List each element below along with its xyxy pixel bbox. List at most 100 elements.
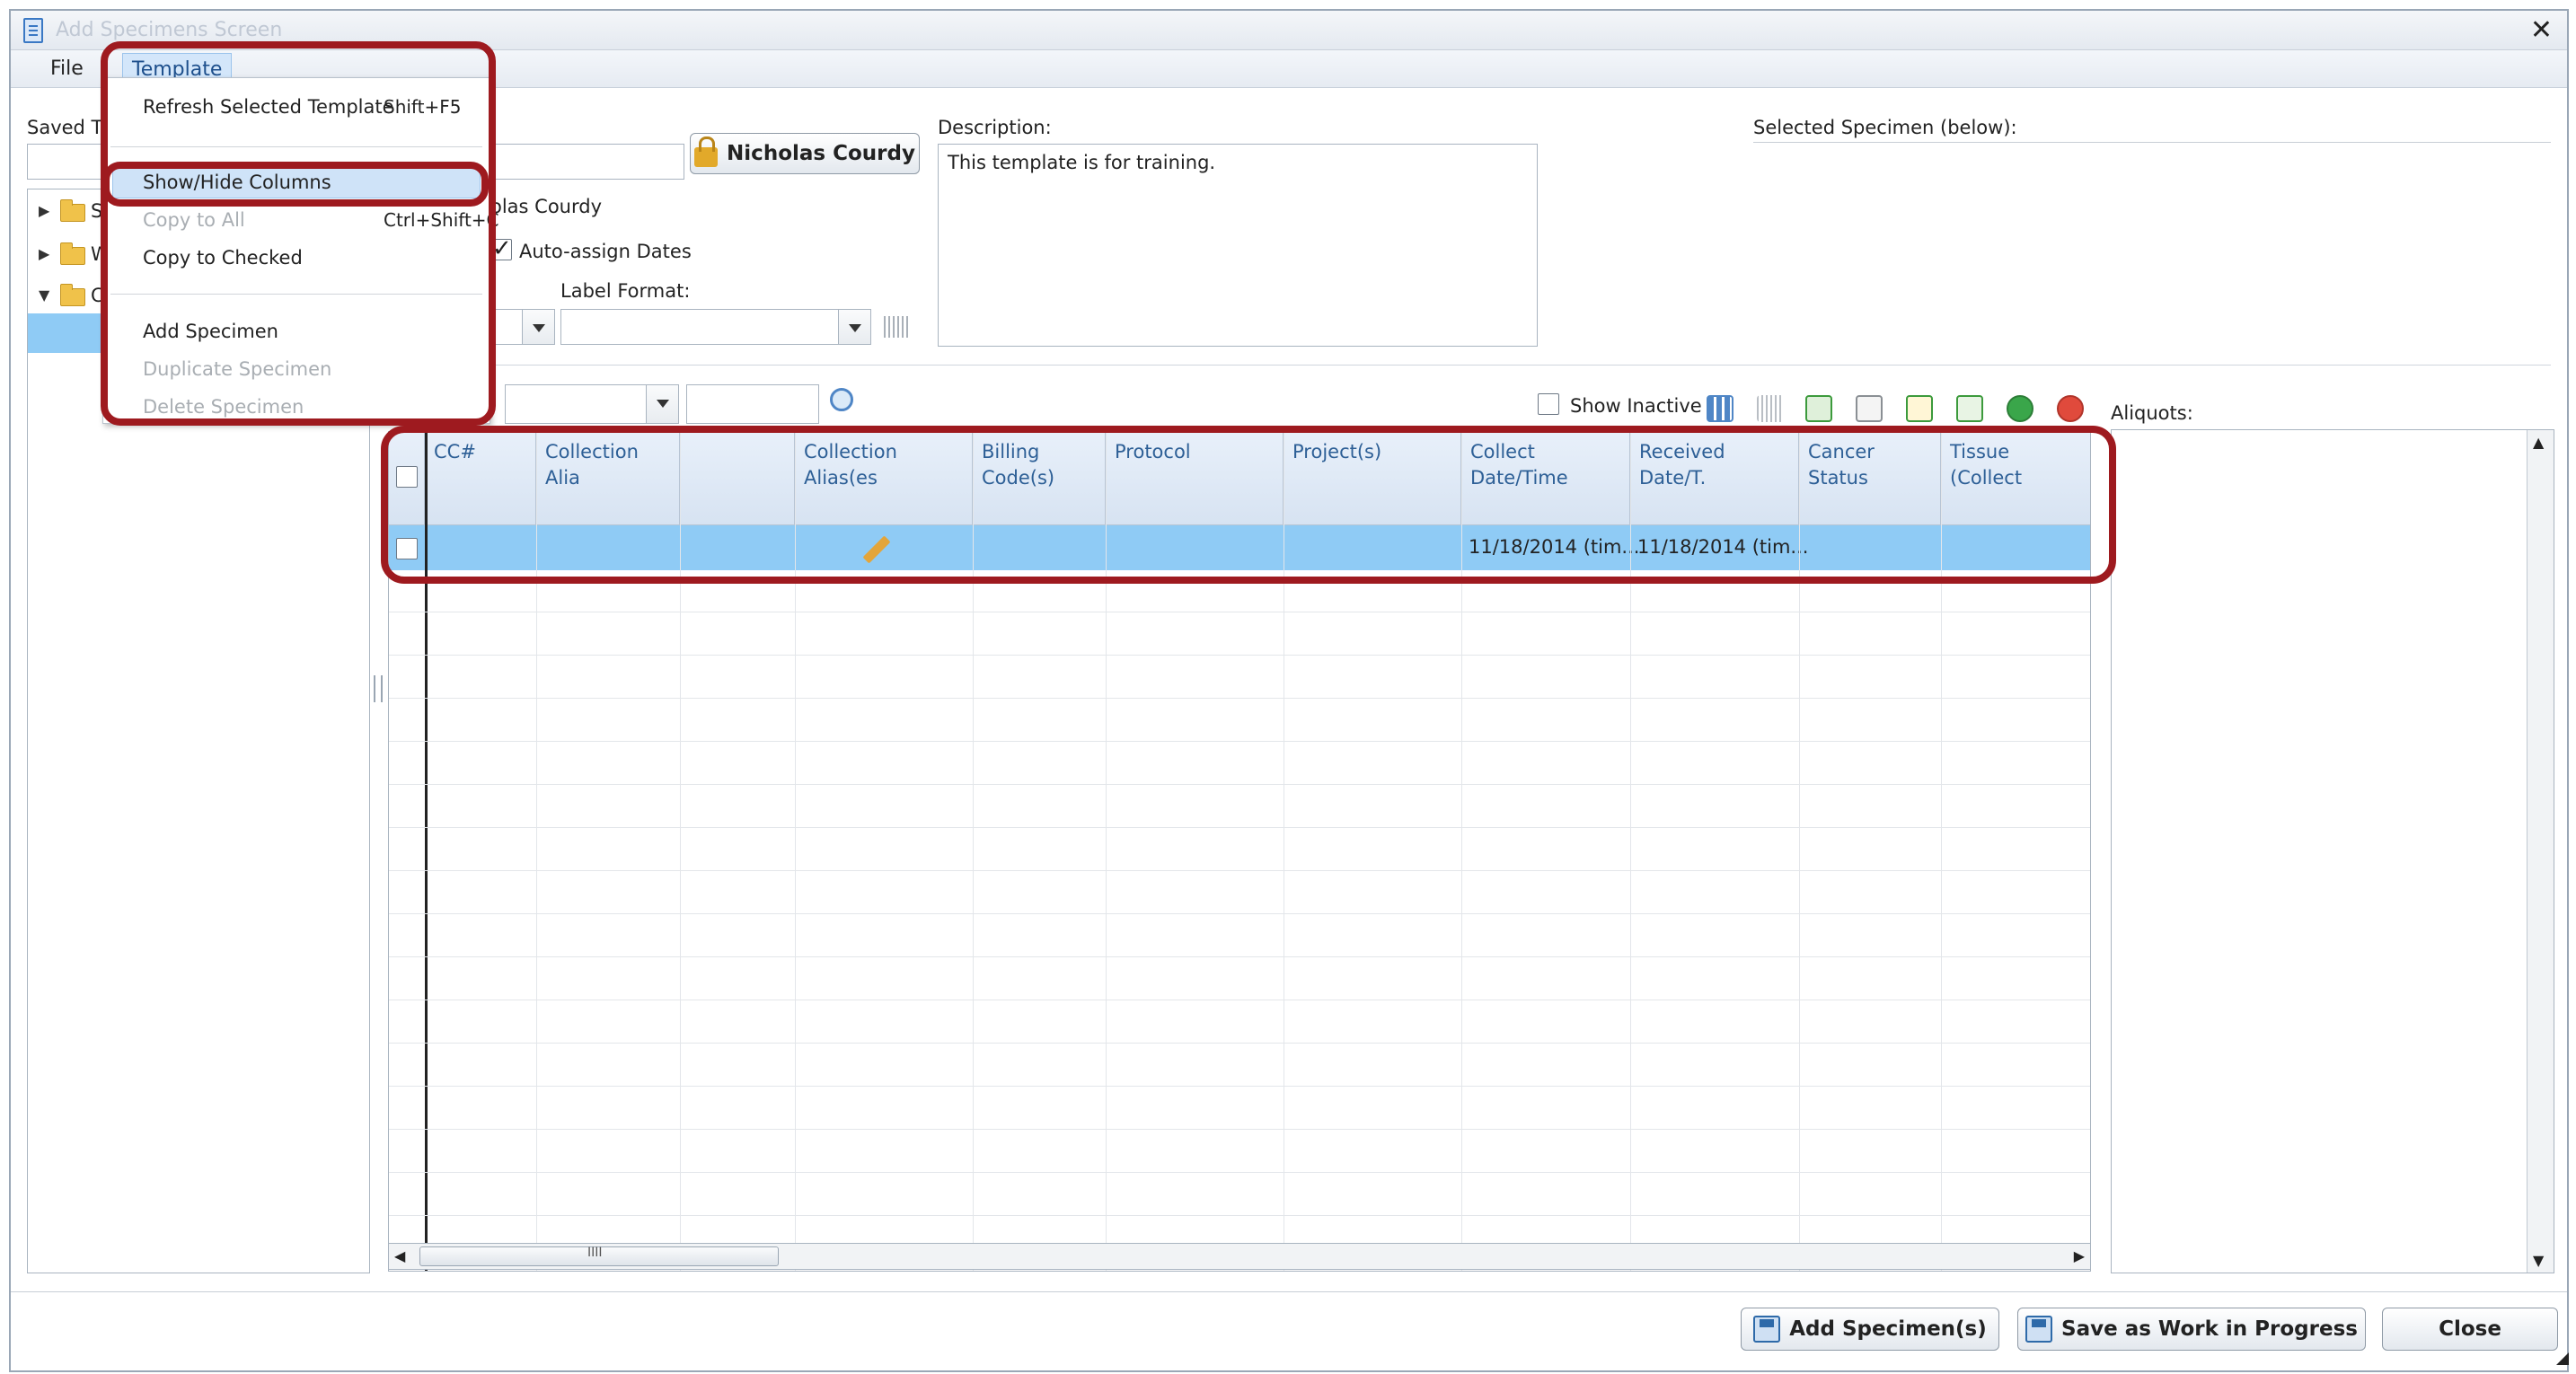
column-header[interactable]: Collection Alias(es [795,432,973,525]
show-inactive-label: Show Inactive [1570,395,1702,417]
title-bar: Add Specimens Screen ✕ [11,11,2567,50]
barcode-icon[interactable] [884,316,909,338]
printer-combo[interactable] [485,309,555,345]
show-inactive-checkbox[interactable] [1538,393,1559,415]
grid-line [389,784,2090,785]
save-icon [1753,1316,1781,1343]
section-divider [386,365,2551,366]
grid-line [389,655,2090,656]
owner-button[interactable]: Nicholas Courdy [690,133,920,174]
save-wip-label: Save as Work in Progress [2061,1317,2358,1341]
close-window-icon[interactable]: ✕ [2530,14,2553,46]
close-button[interactable]: Close [2382,1308,2558,1351]
barcode-icon[interactable] [1757,395,1784,422]
grid-line [1630,432,1631,1271]
scroll-right-icon[interactable]: ▶ [2074,1247,2085,1264]
grid-line [389,827,2090,828]
scroll-up-icon[interactable]: ▲ [2533,434,2544,451]
checklist-icon[interactable] [1956,395,1983,422]
shortcut-copy-to-all: Ctrl+Shift+C [384,209,499,231]
grid-line [389,1172,2090,1173]
add-specimens-button[interactable]: Add Specimen(s) [1741,1308,1999,1351]
export-excel-icon[interactable] [1805,395,1832,422]
add-icon[interactable] [2007,395,2033,422]
scroll-down-icon[interactable]: ▼ [2533,1252,2544,1269]
aliquots-label: Aliquots: [2111,402,2193,424]
description-textarea[interactable]: This template is for training. [938,144,1538,347]
column-header[interactable]: Collect Date/Time [1461,432,1630,525]
table-row[interactable] [389,525,2090,570]
received-date-cell[interactable]: 11/18/2014 (tim... [1637,536,1808,558]
add-specimens-label: Add Specimen(s) [1789,1317,1987,1341]
expand-arrow-icon[interactable]: ▶ [39,245,49,262]
splitter-handle[interactable] [374,675,383,702]
resize-grip-icon[interactable] [2556,1352,2569,1365]
menu-item-refresh[interactable]: Refresh Selected Template [143,96,394,118]
owner-name-text: olas Courdy [490,196,603,217]
column-header[interactable]: Collection Alia [536,432,680,525]
copy-icon[interactable] [1856,395,1883,422]
grid-line [1106,432,1107,1271]
column-header[interactable]: Tissue (Collect [1941,432,2090,525]
label-format-combo[interactable] [560,309,871,345]
grid-line [389,698,2090,699]
import-icon[interactable] [1906,395,1933,422]
folder-icon [60,199,85,222]
grid-line [1941,432,1942,1271]
columns-icon[interactable] [1707,395,1734,422]
grid-line [680,432,681,1271]
tree-item[interactable]: S [91,200,102,222]
collapse-arrow-icon[interactable]: ▼ [39,286,49,304]
folder-icon [60,242,85,265]
select-all-checkbox[interactable] [396,466,418,488]
frozen-column-divider [425,432,428,1271]
chevron-down-icon[interactable] [522,310,554,344]
description-value: This template is for training. [948,152,1216,173]
filter-input[interactable] [686,384,819,424]
expand-arrow-icon[interactable]: ▶ [39,202,49,219]
specimen-grid: CC# Collection Alia Collection Alias(es … [388,431,2091,1272]
menu-item-add-specimen[interactable]: Add Specimen [143,321,278,342]
menu-item-copy-to-all[interactable]: Copy to All [143,209,245,231]
remove-icon[interactable] [2057,395,2084,422]
column-header[interactable]: Protocol [1106,432,1284,525]
search-icon[interactable] [830,388,853,411]
menu-item-delete-specimen[interactable]: Delete Specimen [143,396,304,418]
save-icon [2025,1316,2053,1343]
chevron-down-icon[interactable] [838,310,870,344]
lock-icon [694,137,719,167]
menu-separator [110,294,482,295]
grid-line [389,1043,2090,1044]
grid-line [1461,432,1462,1271]
filter-combo[interactable] [505,384,679,424]
vertical-scrollbar[interactable]: ▲ ▼ [2527,430,2554,1273]
template-menu: Refresh Selected Template Shift+F5 Show/… [102,77,499,424]
menu-item-copy-to-checked[interactable]: Copy to Checked [143,247,303,269]
grid-line [1799,432,1800,1271]
grid-line [389,1215,2090,1216]
grid-line [389,913,2090,914]
horizontal-scrollbar[interactable]: ◀ IIII ▶ [388,1243,2091,1270]
aliquots-panel: ▲ ▼ [2111,429,2554,1273]
column-header[interactable]: Project(s) [1284,432,1461,525]
menu-file[interactable]: File [50,57,84,80]
collect-date-cell[interactable]: 11/18/2014 (tim... [1469,536,1639,558]
owner-button-label: Nicholas Courdy [727,142,915,165]
column-header[interactable]: Received Date/T. [1630,432,1799,525]
saved-templates-label: Saved T [27,117,103,138]
chevron-down-icon[interactable] [646,385,678,423]
save-wip-button[interactable]: Save as Work in Progress [2017,1308,2366,1351]
row-checkbox[interactable] [396,538,418,559]
grid-line [389,1129,2090,1130]
selected-specimen-label: Selected Specimen (below): [1753,117,2017,138]
scroll-grip-text: IIII [587,1246,603,1260]
column-header[interactable]: Cancer Status [1799,432,1941,525]
menu-item-show-hide-columns[interactable]: Show/Hide Columns [143,172,331,193]
menu-item-duplicate-specimen[interactable]: Duplicate Specimen [143,358,331,380]
column-header[interactable] [680,432,795,525]
grid-line [536,432,537,1271]
column-header[interactable]: CC# [425,432,536,525]
column-header[interactable]: Billing Code(s) [973,432,1106,525]
scroll-thumb[interactable]: IIII [419,1246,779,1266]
scroll-left-icon[interactable]: ◀ [394,1247,405,1264]
